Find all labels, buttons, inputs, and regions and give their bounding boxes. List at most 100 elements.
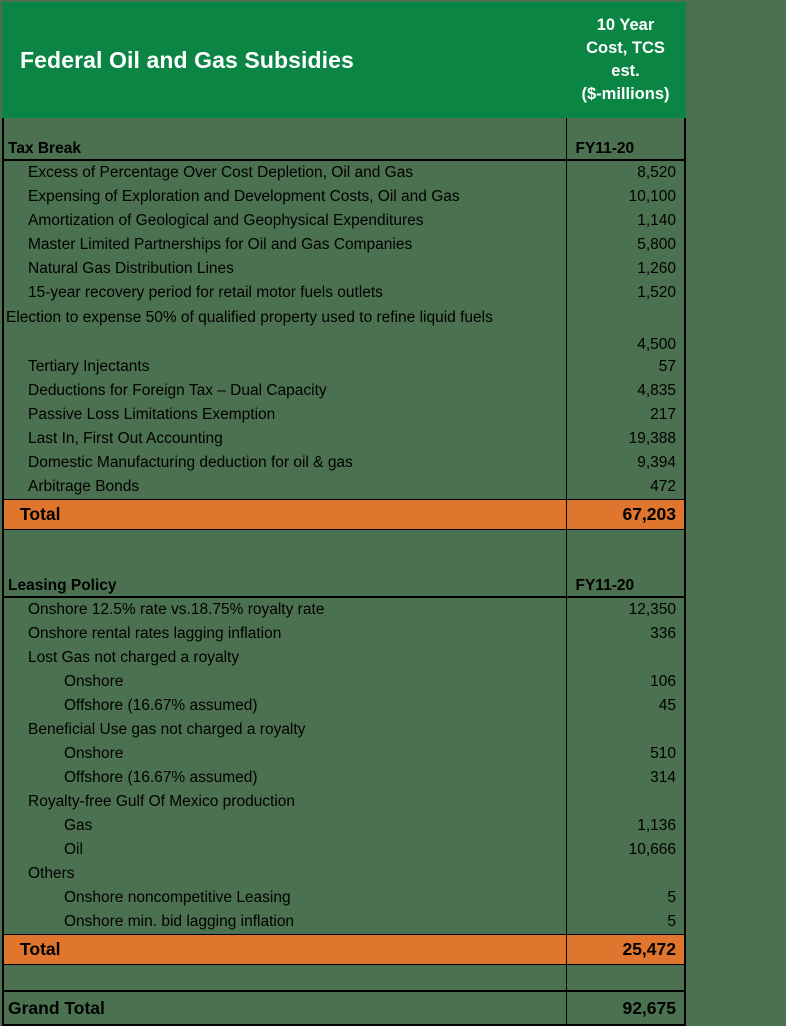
row-value: 4,835 [566, 379, 686, 403]
table-row: Tertiary Injectants 57 [2, 355, 686, 379]
row-label: Others [2, 862, 567, 886]
value-column-header-line: est. [611, 62, 640, 80]
row-label: Onshore min. bid lagging inflation [2, 910, 567, 935]
row-value: 510 [566, 742, 686, 766]
spacer-cell [566, 529, 686, 555]
table-row: Onshore noncompetitive Leasing 5 [2, 886, 686, 910]
spacer-cell [2, 964, 567, 991]
table-row: Excess of Percentage Over Cost Depletion… [2, 160, 686, 185]
table-row: Election to expense 50% of qualified pro… [2, 305, 686, 355]
row-label: Natural Gas Distribution Lines [2, 257, 567, 281]
grand-total-value: 92,675 [566, 990, 686, 1026]
section-total-value: 67,203 [566, 499, 686, 530]
row-value: 12,350 [566, 597, 686, 622]
row-value: 45 [566, 694, 686, 718]
table-row: Others [2, 862, 686, 886]
row-label: Master Limited Partnerships for Oil and … [2, 233, 567, 257]
row-value [566, 790, 686, 814]
section-header-label: Tax Break [2, 117, 567, 161]
row-label: Deductions for Foreign Tax – Dual Capaci… [2, 379, 567, 403]
table-row: Beneficial Use gas not charged a royalty [2, 718, 686, 742]
row-label: Onshore noncompetitive Leasing [2, 886, 567, 910]
page-title: Federal Oil and Gas Subsidies [2, 2, 567, 118]
row-label: Election to expense 50% of qualified pro… [2, 305, 567, 355]
table-row: Passive Loss Limitations Exemption 217 [2, 403, 686, 427]
grand-total-row: Grand Total 92,675 [2, 990, 686, 1026]
subsidy-table-sheet: Federal Oil and Gas Subsidies 10 Year Cost… [0, 0, 786, 1026]
table-row: Amortization of Geological and Geophysic… [2, 209, 686, 233]
row-value: 314 [566, 766, 686, 790]
row-value: 1,140 [566, 209, 686, 233]
table-row: Onshore 12.5% rate vs.18.75% royalty rat… [2, 597, 686, 622]
section-total-label: Total [2, 934, 567, 965]
table-row: Oil 10,666 [2, 838, 686, 862]
row-value: 8,520 [566, 160, 686, 185]
table-row: Expensing of Exploration and Development… [2, 185, 686, 209]
row-label: Royalty-free Gulf Of Mexico production [2, 790, 567, 814]
row-label: Gas [2, 814, 567, 838]
row-value: 5,800 [566, 233, 686, 257]
section-total-value: 25,472 [566, 934, 686, 965]
section-header-period: FY11-20 [566, 555, 686, 598]
row-label: Tertiary Injectants [2, 355, 567, 379]
table-row: Domestic Manufacturing deduction for oil… [2, 451, 686, 475]
row-value [566, 862, 686, 886]
table-row: Offshore (16.67% assumed) 45 [2, 694, 686, 718]
row-label: Onshore rental rates lagging inflation [2, 622, 567, 646]
row-label: Last In, First Out Accounting [2, 427, 567, 451]
table-row: Lost Gas not charged a royalty [2, 646, 686, 670]
table-row: Onshore min. bid lagging inflation 5 [2, 910, 686, 935]
row-value: 336 [566, 622, 686, 646]
row-value: 10,100 [566, 185, 686, 209]
value-column-header-line: ($-millions) [581, 84, 670, 103]
row-label: Arbitrage Bonds [2, 475, 567, 500]
section-total-label: Total [2, 499, 567, 530]
row-label: Passive Loss Limitations Exemption [2, 403, 567, 427]
row-label: Offshore (16.67% assumed) [2, 766, 567, 790]
section-header-label: Leasing Policy [2, 555, 567, 598]
row-value: 217 [566, 403, 686, 427]
row-value: 19,388 [566, 427, 686, 451]
table-row: Onshore 510 [2, 742, 686, 766]
row-label: Domestic Manufacturing deduction for oil… [2, 451, 567, 475]
table-row: Deductions for Foreign Tax – Dual Capaci… [2, 379, 686, 403]
spacer-cell [566, 964, 686, 991]
section-header-leasing-policy: Leasing Policy FY11-20 [2, 555, 686, 598]
value-column-header: 10 Year Cost, TCS est. ($-millions) [565, 2, 686, 118]
row-label: 15-year recovery period for retail motor… [2, 281, 567, 305]
table-row: Offshore (16.67% assumed) 314 [2, 766, 686, 790]
row-label: Onshore 12.5% rate vs.18.75% royalty rat… [2, 597, 567, 622]
row-value [566, 646, 686, 670]
row-value [566, 718, 686, 742]
federal-oil-gas-subsidies-table: Federal Oil and Gas Subsidies 10 Year Cost… [2, 2, 686, 1026]
table-row: Natural Gas Distribution Lines 1,260 [2, 257, 686, 281]
row-value: 1,136 [566, 814, 686, 838]
row-label: Offshore (16.67% assumed) [2, 694, 567, 718]
row-value: 5 [566, 886, 686, 910]
table-row: 15-year recovery period for retail motor… [2, 281, 686, 305]
table-title-row: Federal Oil and Gas Subsidies 10 Year Cost… [2, 2, 686, 118]
row-label: Expensing of Exploration and Development… [2, 185, 567, 209]
row-value: 4,500 [566, 305, 686, 355]
row-value: 1,520 [566, 281, 686, 305]
value-column-header-line: Cost, TCS [586, 39, 665, 58]
section-header-period: FY11-20 [566, 117, 686, 161]
row-value: 1,260 [566, 257, 686, 281]
section-header-tax-break: Tax Break FY11-20 [2, 117, 686, 161]
spacer-row [2, 529, 686, 555]
table-row: Onshore 106 [2, 670, 686, 694]
row-value: 106 [566, 670, 686, 694]
row-value: 472 [566, 475, 686, 500]
row-label: Onshore [2, 670, 567, 694]
table-row: Onshore rental rates lagging inflation 33… [2, 622, 686, 646]
section-total-row-leasing-policy: Total 25,472 [2, 934, 686, 965]
table-row: Gas 1,136 [2, 814, 686, 838]
table-row: Master Limited Partnerships for Oil and … [2, 233, 686, 257]
spacer-cell [2, 529, 567, 555]
row-label: Onshore [2, 742, 567, 766]
table-row: Royalty-free Gulf Of Mexico production [2, 790, 686, 814]
row-label: Beneficial Use gas not charged a royalty [2, 718, 567, 742]
table-row: Last In, First Out Accounting 19,388 [2, 427, 686, 451]
row-value: 5 [566, 910, 686, 935]
row-value: 10,666 [566, 838, 686, 862]
